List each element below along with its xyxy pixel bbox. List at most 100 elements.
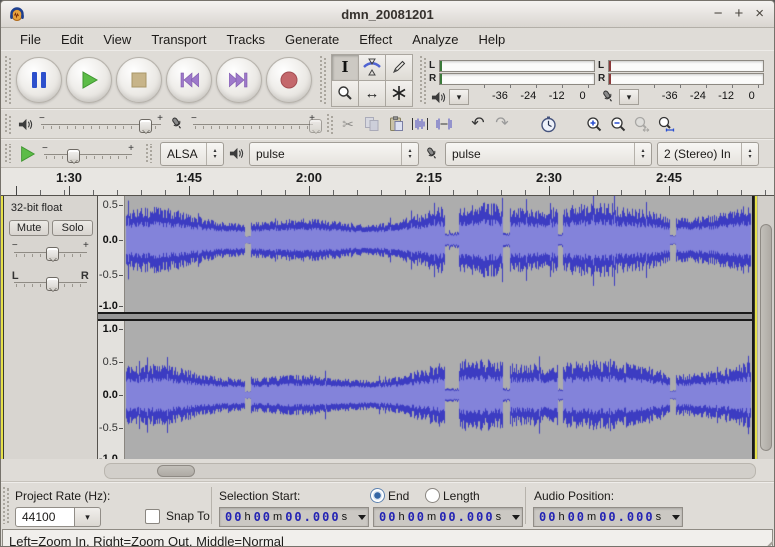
menu-help[interactable]: Help: [469, 30, 514, 49]
toolbar-grip[interactable]: [5, 114, 12, 134]
play-button[interactable]: [66, 57, 112, 103]
cut-button[interactable]: ✂: [336, 113, 360, 136]
toolbar-grip[interactable]: [327, 114, 334, 134]
toolbar-grip[interactable]: [5, 56, 12, 104]
dropdown-arrow-icon[interactable]: [512, 515, 520, 524]
mute-button[interactable]: Mute: [9, 220, 49, 236]
edit-toolbar: ✂ ↶ ↷: [325, 110, 678, 138]
selection-start-field[interactable]: 00h00m00.000s: [219, 507, 369, 527]
vertical-scale-channel-1[interactable]: 0.5 0.0 -0.5 -1.0: [98, 196, 125, 312]
audio-host-value: ALSA: [161, 147, 206, 161]
menu-edit[interactable]: Edit: [52, 30, 92, 49]
project-rate-dropdown[interactable]: ▾: [75, 507, 101, 527]
multi-tool-button[interactable]: [385, 80, 413, 107]
selection-end-field[interactable]: 00h00m00.000s: [373, 507, 523, 527]
dropdown-arrow-icon[interactable]: [358, 515, 366, 524]
recording-channels-select[interactable]: 2 (Stereo) In ▴▾: [657, 142, 759, 166]
input-volume-thumb[interactable]: [309, 119, 322, 133]
playback-meter-dropdown[interactable]: ▾: [449, 89, 469, 105]
stop-icon: [130, 71, 148, 89]
maximize-button[interactable]: +: [734, 6, 743, 22]
waveform-channel-2[interactable]: [125, 321, 752, 459]
menu-analyze[interactable]: Analyze: [403, 30, 467, 49]
zoom-tool-button[interactable]: [331, 80, 359, 107]
recording-meter-dropdown[interactable]: ▾: [619, 89, 639, 105]
timeline-ruler[interactable]: 1:30 1:45 2:00 2:15 2:30 2:45: [1, 168, 774, 196]
input-volume-slider[interactable]: −+: [189, 113, 317, 135]
recording-meter[interactable]: L R ▾ -36 -24 -12 0: [598, 55, 767, 107]
dropdown-arrow-icon[interactable]: [672, 515, 680, 524]
envelope-tool-button[interactable]: [358, 54, 386, 81]
pause-button[interactable]: [16, 57, 62, 103]
audio-position-field[interactable]: 00h00m00.000s: [533, 507, 683, 527]
recording-device-select[interactable]: pulse ▴▾: [445, 142, 652, 166]
recording-meter-left-bar[interactable]: [608, 60, 764, 72]
selection-tool-button[interactable]: I: [331, 54, 359, 81]
menu-generate[interactable]: Generate: [276, 30, 348, 49]
snap-to-checkbox[interactable]: [145, 509, 160, 524]
end-radio[interactable]: [370, 488, 385, 503]
paste-button[interactable]: [384, 113, 408, 136]
skip-to-start-button[interactable]: [166, 57, 212, 103]
playback-speed-slider[interactable]: −+: [40, 143, 136, 165]
output-volume-slider[interactable]: −+: [37, 113, 165, 135]
audio-host-select[interactable]: ALSA ▴▾: [160, 142, 224, 166]
zoom-out-button[interactable]: [606, 113, 630, 136]
playback-device-select[interactable]: pulse ▴▾: [249, 142, 419, 166]
dropdown-arrow-icon: ▾: [85, 512, 90, 522]
recording-meter-right-bar[interactable]: [608, 73, 764, 85]
redo-button[interactable]: ↷: [490, 113, 514, 136]
pan-slider-thumb[interactable]: [46, 277, 59, 291]
menu-effect[interactable]: Effect: [350, 30, 401, 49]
horizontal-scrollbar[interactable]: [104, 463, 756, 479]
fit-selection-button[interactable]: [630, 113, 654, 136]
zoom-in-button[interactable]: [582, 113, 606, 136]
gain-slider-thumb[interactable]: [46, 247, 59, 261]
time-shift-tool-button[interactable]: ↔: [358, 80, 386, 107]
fit-project-button[interactable]: [654, 113, 678, 136]
waveform-channel-1[interactable]: [125, 196, 752, 312]
playback-meter-right-bar[interactable]: [439, 73, 595, 85]
play-at-speed-button[interactable]: [14, 142, 40, 165]
playback-speed-thumb[interactable]: [67, 149, 80, 163]
project-rate-combo[interactable]: 44100 ▾: [15, 507, 101, 527]
sync-lock-button[interactable]: [536, 113, 560, 136]
skip-to-end-button[interactable]: [216, 57, 262, 103]
horizontal-scrollbar-thumb[interactable]: [157, 465, 195, 477]
track-control-panel[interactable]: 32-bit float Mute Solo − + L R: [4, 196, 98, 459]
playback-meter-left-bar[interactable]: [439, 60, 595, 72]
length-radio[interactable]: [425, 488, 440, 503]
vertical-scale-channel-2[interactable]: 1.0 0.5 0.0 -0.5 -1.0: [98, 321, 125, 459]
draw-tool-button[interactable]: [385, 54, 413, 81]
menu-view[interactable]: View: [94, 30, 140, 49]
stop-button[interactable]: [116, 57, 162, 103]
toolbar-row-3: −+ ALSA ▴▾ pulse ▴▾ pulse ▴▾ 2 (Stereo): [1, 139, 774, 168]
toolbar-grip[interactable]: [320, 56, 327, 104]
toolbar-grip[interactable]: [5, 144, 12, 163]
channel-separator[interactable]: [98, 312, 752, 321]
vertical-scrollbar-thumb[interactable]: [760, 224, 772, 451]
clock-icon: [540, 116, 557, 133]
pan-slider[interactable]: L R: [10, 270, 91, 296]
close-button[interactable]: ×: [755, 6, 764, 22]
undo-button[interactable]: ↶: [466, 113, 490, 136]
toolbar-grip[interactable]: [3, 487, 10, 524]
trim-audio-button[interactable]: [408, 113, 432, 136]
timeline-label: 1:30: [56, 170, 82, 185]
titlebar[interactable]: dmn_20081201 − + ×: [1, 1, 774, 28]
gain-slider[interactable]: − +: [10, 240, 91, 266]
record-button[interactable]: [266, 57, 312, 103]
playback-meter-scale: -36 -24 -12 0: [469, 89, 598, 105]
minimize-button[interactable]: −: [714, 6, 723, 22]
solo-button[interactable]: Solo: [52, 220, 92, 236]
menu-tracks[interactable]: Tracks: [217, 30, 274, 49]
playback-meter[interactable]: L R ▾ -36 -24 -12 0: [429, 55, 598, 107]
menu-file[interactable]: File: [11, 30, 50, 49]
toolbar-grip[interactable]: [420, 56, 427, 104]
menu-transport[interactable]: Transport: [142, 30, 215, 49]
output-volume-thumb[interactable]: [139, 119, 152, 133]
silence-audio-button[interactable]: [432, 113, 456, 136]
vertical-scrollbar[interactable]: [757, 196, 774, 459]
copy-button[interactable]: [360, 113, 384, 136]
toolbar-grip[interactable]: [146, 144, 153, 163]
